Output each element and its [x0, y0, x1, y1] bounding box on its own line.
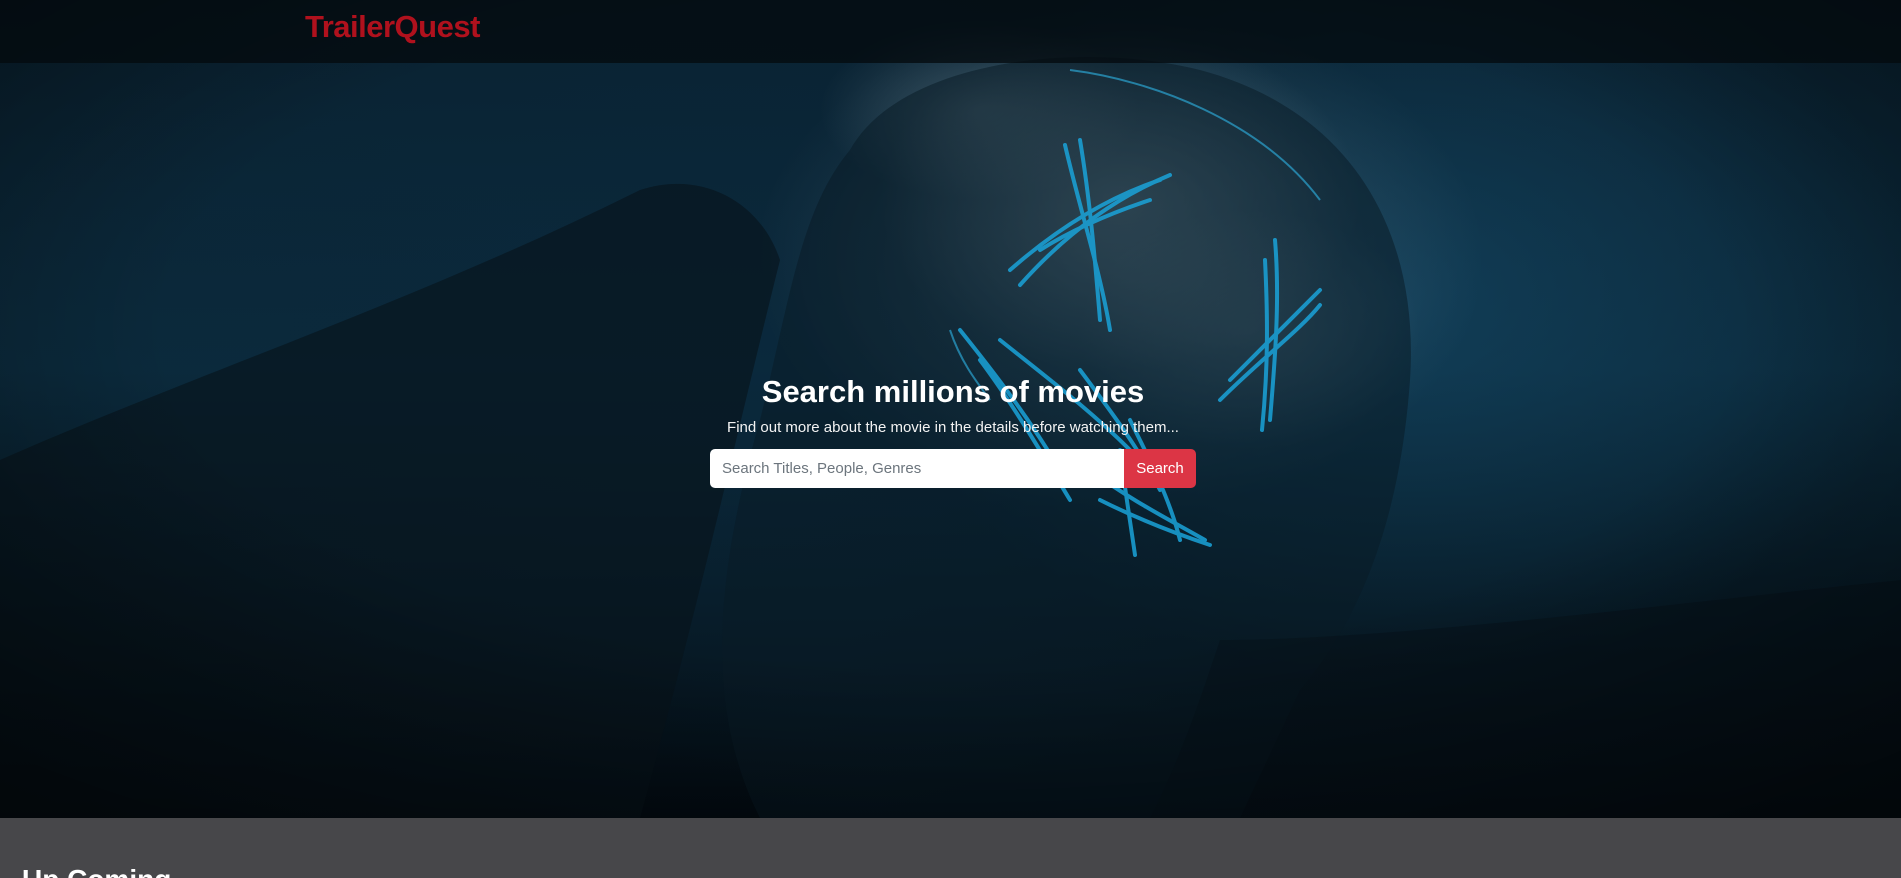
upcoming-section-heading: Up Coming	[22, 864, 171, 878]
hero-headline: Search millions of movies	[761, 374, 1145, 409]
page: Search millions of movies Find out more …	[0, 0, 1901, 878]
hero-subhead: Find out more about the movie in the det…	[727, 419, 1179, 436]
search-input[interactable]	[710, 449, 1124, 488]
brand-logo[interactable]: TrailerQuest	[305, 9, 480, 45]
hero-section: Search millions of movies Find out more …	[0, 0, 1901, 818]
search-panel: Search millions of movies Find out more …	[710, 372, 1196, 488]
search-form: Search	[710, 449, 1196, 488]
navbar: TrailerQuest	[0, 0, 1901, 63]
search-button[interactable]: Search	[1124, 449, 1196, 488]
upcoming-section: Up Coming	[0, 818, 1901, 878]
